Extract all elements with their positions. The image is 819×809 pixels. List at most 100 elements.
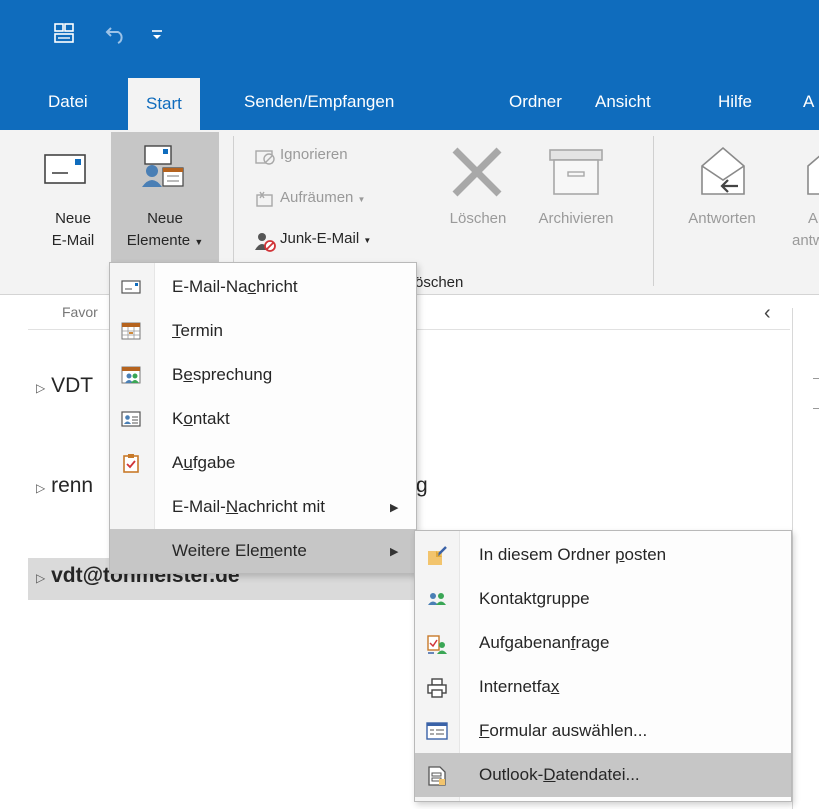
menu-item-task[interactable]: Aufgabe — [110, 441, 416, 485]
label-pre: A — [172, 453, 184, 472]
archive-box-icon — [548, 148, 604, 203]
submenu-item-contact-group[interactable]: Kontaktgruppe — [415, 577, 791, 621]
menu-item-email-message[interactable]: E-Mail-Nachricht — [110, 265, 416, 309]
label-pre: Weitere Ele — [172, 541, 260, 560]
menu-item-contact[interactable]: Kontakt — [110, 397, 416, 441]
post-note-icon — [426, 545, 447, 565]
label-pre: Internetfa — [479, 677, 551, 696]
label-accel: g — [536, 589, 547, 608]
new-items-label-2: Elemente — [126, 232, 191, 249]
new-items-icon — [139, 144, 187, 193]
more-items-submenu: In diesem Ordner posten Kontaktgruppe Au… — [414, 530, 792, 802]
label-post: ermin — [180, 321, 224, 340]
label-pre: K — [172, 409, 184, 428]
submenu-item-task-request[interactable]: Aufgabenanfrage — [415, 621, 791, 665]
label-pre: Aufgabenan — [479, 633, 571, 652]
label-accel: e — [183, 365, 193, 384]
label-accel: x — [550, 677, 560, 696]
reply-all-button-partial[interactable]: A antw — [790, 144, 819, 254]
new-items-label-1: Neue — [147, 210, 183, 227]
expand-triangle-icon: ▷ — [36, 571, 46, 585]
reply-button[interactable]: Antworten — [668, 144, 776, 254]
label-accel: F — [479, 721, 490, 740]
reply-all-icon — [804, 144, 819, 205]
ignore-icon — [254, 147, 276, 172]
submenu-arrow-icon: ▶ — [390, 545, 399, 558]
menu-item-appointment[interactable]: Termin — [110, 309, 416, 353]
submenu-arrow-icon: ▶ — [390, 501, 399, 514]
label-accel: o — [183, 409, 193, 428]
label-post: ente — [273, 541, 307, 560]
tab-ansicht[interactable]: Ansicht — [595, 92, 651, 112]
favorites-header: Favor — [62, 304, 98, 320]
label-accel: T — [172, 321, 181, 340]
ribbon-group-label-delete: öschen — [415, 274, 464, 291]
label-accel: N — [225, 497, 239, 516]
calendar-icon — [121, 321, 141, 341]
send-receive-icon[interactable] — [53, 22, 75, 44]
label-post: ntakt — [192, 409, 230, 428]
archive-label: Archivieren — [538, 210, 614, 227]
new-email-button[interactable]: Neue E-Mail — [38, 144, 108, 254]
undo-icon[interactable] — [105, 24, 127, 44]
label-accel: p — [615, 545, 625, 564]
form-icon — [426, 721, 448, 741]
label-pre: E-Mail-Na — [172, 277, 248, 296]
junk-dropdown-icon: ▼ — [363, 236, 372, 245]
menu-item-meeting[interactable]: Besprechung — [110, 353, 416, 397]
folder-account-2-label: renn — [51, 474, 94, 497]
title-bar — [0, 0, 819, 64]
collapse-pane-icon[interactable]: ‹ — [764, 302, 771, 325]
reply-all-label-2: antw — [792, 232, 819, 249]
menu-item-email-with[interactable]: E-Mail-Nachricht mit ▶ — [110, 485, 416, 529]
expand-triangle-icon: ▷ — [36, 381, 46, 395]
label-pre: Kontakt — [479, 589, 537, 608]
tab-start[interactable]: Start — [128, 78, 200, 130]
folder-account-1[interactable]: ▷ VDT — [36, 374, 93, 398]
new-email-label-2: E-Mail — [51, 232, 95, 249]
junk-label: Junk-E-Mail — [280, 230, 360, 247]
folder-account-2[interactable]: ▷ renn — [36, 474, 93, 498]
menu-item-more-items[interactable]: Weitere Elemente ▶ — [110, 529, 416, 573]
delete-label: Löschen — [449, 210, 507, 227]
reply-label: Antworten — [688, 210, 756, 227]
tab-ordner[interactable]: Ordner — [509, 92, 562, 112]
contact-card-icon — [121, 409, 141, 429]
new-items-menu: E-Mail-Nachricht Termin Besprechung Kont… — [109, 262, 417, 574]
label-post: atendatei... — [555, 765, 640, 784]
label-post: hricht — [256, 277, 298, 296]
tab-partial[interactable]: A — [803, 92, 814, 112]
label-post: ruppe — [546, 589, 590, 608]
label-pre: Outlook- — [479, 765, 544, 784]
label-accel: D — [543, 765, 556, 784]
new-email-label-1: Neue — [55, 210, 91, 227]
archive-button[interactable]: Archivieren — [518, 144, 634, 254]
tab-datei[interactable]: Datei — [48, 92, 88, 112]
folder-account-2-tail: g — [416, 474, 428, 497]
label-post: ormular auswählen... — [489, 721, 648, 740]
reading-pane-mark-2 — [813, 408, 819, 409]
label-accel: u — [183, 453, 193, 472]
envelope-icon — [44, 154, 86, 189]
submenu-item-outlook-data-file[interactable]: Outlook-Datendatei... — [415, 753, 791, 797]
ribbon-tab-bar — [0, 64, 819, 130]
printer-fax-icon — [426, 677, 447, 698]
submenu-item-choose-form[interactable]: Formular auswählen... — [415, 709, 791, 753]
clean-up-label: Aufräumen — [280, 189, 354, 206]
label-post: rage — [575, 633, 610, 652]
submenu-item-internet-fax[interactable]: Internetfax — [415, 665, 791, 709]
pane-border — [792, 308, 793, 809]
label-post: osten — [624, 545, 667, 564]
task-clipboard-icon — [121, 453, 141, 473]
tab-hilfe[interactable]: Hilfe — [718, 92, 752, 112]
new-items-button[interactable]: Neue Elemente ▼ — [111, 132, 219, 262]
label-post: sprechung — [192, 365, 273, 384]
reading-pane-mark-1 — [813, 378, 819, 379]
left-edge-strip — [0, 295, 29, 809]
submenu-item-post-in-folder[interactable]: In diesem Ordner posten — [415, 533, 791, 577]
tab-senden-empfangen[interactable]: Senden/Empfangen — [244, 92, 394, 112]
label-pre: E-Mail- — [172, 497, 226, 516]
delete-button[interactable]: Löschen — [437, 144, 519, 254]
customize-quick-access-icon[interactable] — [150, 28, 164, 42]
meeting-icon — [121, 365, 141, 385]
